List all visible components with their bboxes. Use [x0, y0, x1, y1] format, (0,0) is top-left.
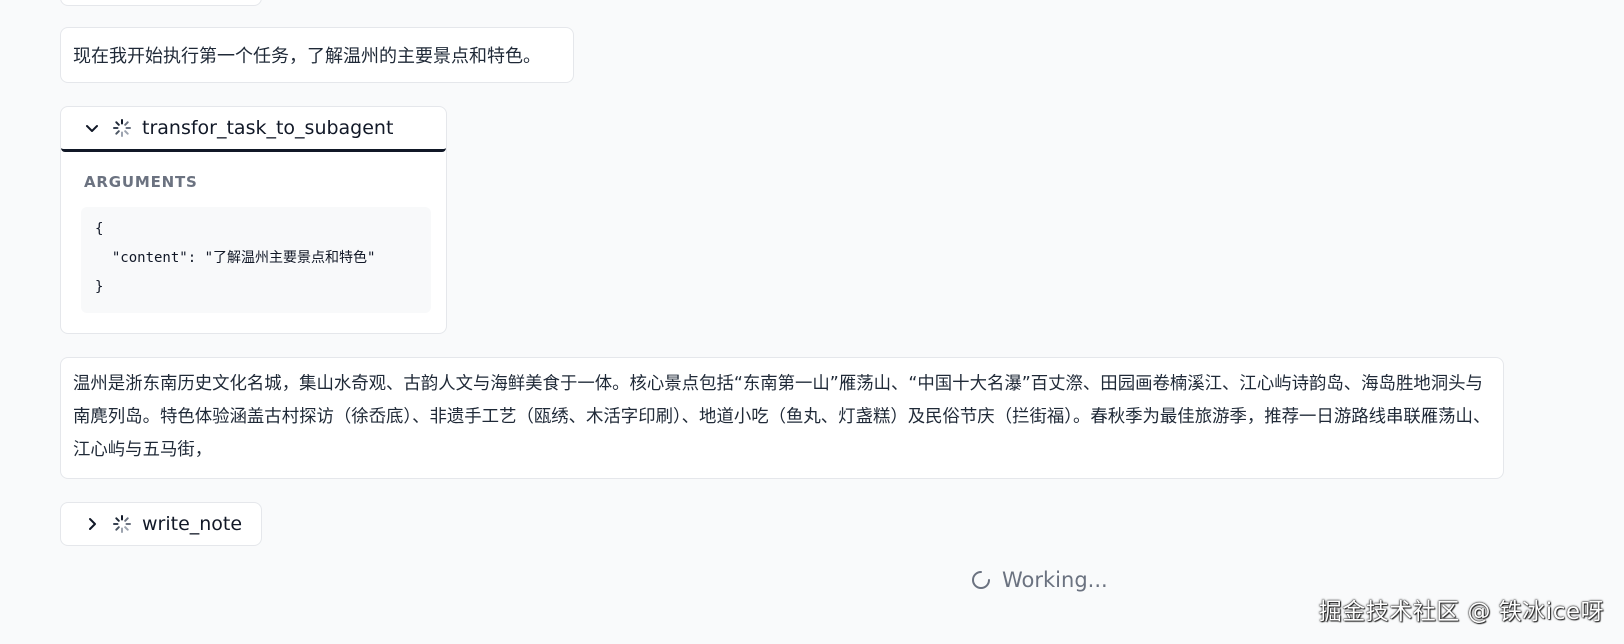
loading-spinner-icon	[111, 513, 133, 535]
arguments-code-block: { "content": "了解温州主要景点和特色" }	[81, 207, 431, 313]
previous-message-card	[60, 0, 262, 6]
arguments-label: ARGUMENTS	[84, 173, 198, 191]
tool-call-name: write_note	[142, 513, 243, 535]
watermark: 掘金技术社区 @ 铁冰ice呀	[1318, 599, 1604, 625]
tool-call-card: transfor_task_to_subagent ARGUMENTS { "c…	[60, 106, 447, 334]
chevron-down-icon[interactable]	[83, 119, 101, 137]
chevron-right-icon[interactable]	[83, 515, 101, 533]
tool-call-header-collapsed[interactable]: write_note	[60, 502, 262, 546]
loading-spinner-icon	[111, 117, 133, 139]
working-status-text: Working...	[1002, 568, 1108, 592]
assistant-message-text: 现在我开始执行第一个任务，了解温州的主要景点和特色。	[73, 46, 541, 67]
spinner-icon	[970, 569, 992, 591]
assistant-message: 现在我开始执行第一个任务，了解温州的主要景点和特色。	[60, 27, 574, 83]
working-status: Working...	[970, 568, 1108, 592]
subagent-result-message: 温州是浙东南历史文化名城，集山水奇观、古韵人文与海鲜美食于一体。核心景点包括“东…	[60, 357, 1504, 479]
tool-call-name: transfor_task_to_subagent	[142, 117, 394, 139]
tool-call-header[interactable]: transfor_task_to_subagent	[61, 107, 446, 152]
subagent-result-text: 温州是浙东南历史文化名城，集山水奇观、古韵人文与海鲜美食于一体。核心景点包括“东…	[73, 374, 1491, 460]
